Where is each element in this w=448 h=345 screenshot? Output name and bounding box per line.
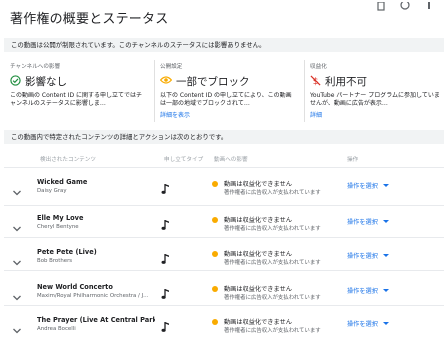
- action-label: 操作を選択: [347, 253, 378, 260]
- chevron-down-icon[interactable]: [12, 252, 22, 266]
- col-header-action: 操作: [347, 157, 359, 163]
- status-dot: [212, 217, 218, 223]
- content-artist: Bob Brothers: [37, 258, 73, 264]
- card-description: 以下の Content ID の申し立てにより、この動画は一部の地域でブロックさ…: [160, 92, 292, 107]
- content-artist: Daisy Gray: [37, 188, 67, 194]
- page-title: 著作権の概要とステータス: [10, 12, 169, 27]
- impact-subtext: 著作権者に広告収入が支払われています: [224, 328, 321, 334]
- table-row: Pete Pete (Live) Bob Brothers 動画は収益化できませ…: [4, 243, 444, 278]
- card-heading: チャンネルへの影響: [10, 64, 61, 70]
- status-dot: [212, 181, 218, 187]
- divider: [4, 270, 444, 271]
- action-label: 操作を選択: [347, 321, 378, 328]
- select-action-button[interactable]: 操作を選択: [347, 217, 389, 226]
- music-note-icon: [161, 285, 171, 299]
- card-description: YouTube パートナー プログラムに参加していませんが、動画に広告が表示…: [310, 92, 440, 107]
- card-status: 影響なし: [25, 76, 67, 88]
- header-actions: [376, 0, 434, 11]
- action-label: 操作を選択: [347, 288, 378, 295]
- chevron-down-icon[interactable]: [12, 218, 22, 232]
- details-link[interactable]: 詳細: [310, 110, 444, 119]
- action-label: 操作を選択: [347, 219, 378, 226]
- table-row: Elle My Love Cheryl Bentyne 動画は収益化できません …: [4, 209, 444, 244]
- no-money-icon: $: [310, 74, 321, 89]
- dropdown-caret-icon: [382, 220, 389, 223]
- divider: [4, 205, 444, 206]
- divider: [4, 237, 444, 238]
- content-details-notice: この動画内で特定されたコンテンツの詳細とアクションは次のとおりです。: [4, 130, 444, 144]
- table-row: The Prayer (Live At Central Park, New… A…: [4, 311, 444, 345]
- impact-text: 動画は収益化できません: [224, 251, 292, 258]
- dropdown-caret-icon: [382, 184, 389, 187]
- status-dot: [212, 319, 218, 325]
- content-title: New World Concerto: [37, 283, 113, 291]
- divider: [4, 167, 444, 168]
- visibility-card: 公開設定 一部でブロック 以下の Content ID の申し立てにより、この動…: [159, 62, 300, 122]
- impact-text: 動画は収益化できません: [224, 181, 292, 188]
- music-note-icon: [161, 180, 171, 194]
- content-artist: Andrea Bocelli: [37, 326, 76, 332]
- divider: [154, 60, 155, 122]
- dropdown-caret-icon: [382, 322, 389, 325]
- divider: [304, 60, 305, 122]
- impact-subtext: 著作権者に広告収入が支払われています: [224, 260, 321, 266]
- divider: [4, 305, 444, 306]
- table-row: New World Concerto Maxim/Royal Philharmo…: [4, 278, 444, 313]
- content-title: Wicked Game: [37, 178, 88, 186]
- select-action-button[interactable]: 操作を選択: [347, 181, 389, 190]
- chevron-down-icon[interactable]: [12, 320, 22, 334]
- impact-subtext: 著作権者に広告収入が支払われています: [224, 295, 321, 301]
- select-action-button[interactable]: 操作を選択: [347, 251, 389, 260]
- impact-subtext: 著作権者に広告収入が支払われています: [224, 190, 321, 196]
- status-dot: [212, 251, 218, 257]
- content-artist: Cheryl Bentyne: [37, 224, 79, 230]
- col-header-claim-type: 申し立てタイプ: [164, 157, 204, 163]
- status-dot: [212, 286, 218, 292]
- channel-impact-card: チャンネルへの影響 影響なし この動画の Content ID に関する申し立て…: [10, 62, 150, 122]
- select-action-button[interactable]: 操作を選択: [347, 286, 389, 295]
- impact-text: 動画は収益化できません: [224, 286, 292, 293]
- content-title: Pete Pete (Live): [37, 248, 97, 256]
- more-icon[interactable]: [424, 0, 434, 9]
- music-note-icon: [161, 318, 171, 332]
- chevron-down-icon[interactable]: [12, 182, 22, 196]
- col-header-impact: 動画への影響: [214, 157, 248, 163]
- card-heading: 収益化: [310, 64, 327, 70]
- eye-icon: [159, 75, 173, 88]
- help-icon[interactable]: [400, 0, 410, 10]
- restriction-notice: この動画は公開が制限されています。このチャンネルのステータスには影響ありません。: [4, 38, 444, 52]
- select-action-button[interactable]: 操作を選択: [347, 319, 389, 328]
- dropdown-caret-icon: [382, 254, 389, 257]
- feedback-icon[interactable]: [376, 0, 386, 11]
- card-heading: 公開設定: [160, 64, 183, 70]
- music-note-icon: [161, 216, 171, 230]
- impact-text: 動画は収益化できません: [224, 217, 292, 224]
- col-header-content: 検出されたコンテンツ: [40, 157, 96, 163]
- content-title: Elle My Love: [37, 214, 84, 222]
- impact-subtext: 著作権者に広告収入が支払われています: [224, 226, 321, 232]
- content-artist: Maxim/Royal Philharmonic Orchestra / J…: [37, 293, 149, 299]
- card-status: 利用不可: [325, 76, 367, 88]
- check-circle-icon: [10, 74, 21, 89]
- music-note-icon: [161, 250, 171, 264]
- action-label: 操作を選択: [347, 183, 378, 190]
- chevron-down-icon[interactable]: [12, 287, 22, 301]
- card-description: この動画の Content ID に関する申し立てではチャンネルのステータスに影…: [10, 92, 142, 107]
- impact-text: 動画は収益化できません: [224, 319, 292, 326]
- content-title: The Prayer (Live At Central Park, New…: [37, 316, 155, 324]
- dropdown-caret-icon: [382, 289, 389, 292]
- table-row: Wicked Game Daisy Gray 動画は収益化できません 著作権者に…: [4, 173, 444, 208]
- card-status: 一部でブロック: [176, 76, 250, 88]
- monetization-card: 収益化 $ 利用不可 YouTube パートナー プログラムに参加していませんが…: [310, 62, 444, 122]
- view-details-link[interactable]: 詳細を表示: [160, 110, 300, 119]
